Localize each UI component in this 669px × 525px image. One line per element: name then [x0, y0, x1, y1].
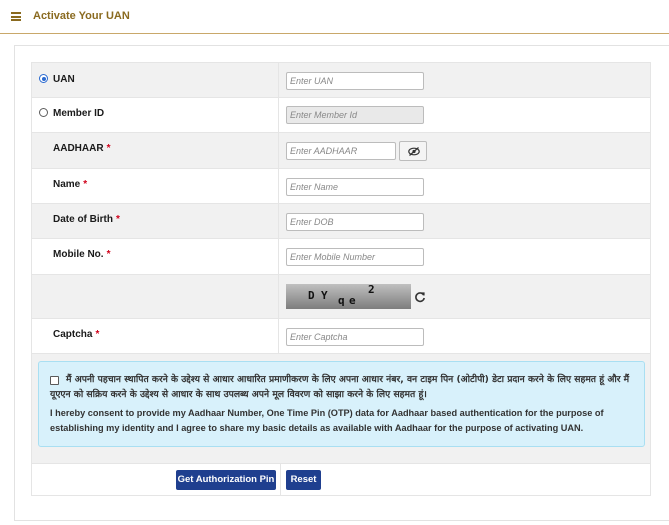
- toggle-visibility-button[interactable]: [399, 141, 427, 161]
- uan-radio[interactable]: [39, 74, 48, 83]
- captcha-char: Y: [321, 289, 328, 302]
- member-id-input[interactable]: Enter Member Id: [286, 106, 424, 124]
- name-label: Name: [53, 179, 81, 190]
- captcha-char: q: [338, 294, 345, 307]
- name-input[interactable]: Enter Name: [286, 178, 424, 196]
- required-marker: *: [106, 143, 111, 154]
- dob-label: Date of Birth: [53, 214, 113, 225]
- consent-text-hindi: मैं अपनी पहचान स्थापित करने के उद्देश्य …: [50, 374, 630, 400]
- page-header: Activate Your UAN: [0, 0, 669, 34]
- eye-slash-icon: [408, 147, 420, 156]
- row-uan: UAN Enter UAN: [31, 62, 651, 98]
- member-id-label: Member ID: [53, 108, 105, 119]
- aadhaar-label: AADHAAR: [53, 143, 104, 154]
- row-aadhaar: AADHAAR * Enter AADHAAR: [31, 133, 651, 169]
- required-marker: *: [83, 179, 88, 190]
- get-authorization-pin-button[interactable]: Get Authorization Pin: [176, 470, 276, 490]
- row-member-id: Member ID Enter Member Id: [31, 98, 651, 133]
- divider: [280, 464, 281, 495]
- row-captcha: Captcha * Enter Captcha: [31, 319, 651, 354]
- uan-input[interactable]: Enter UAN: [286, 72, 424, 90]
- refresh-captcha-icon[interactable]: [414, 291, 426, 303]
- button-row: Get Authorization Pin Reset: [31, 464, 651, 496]
- captcha-input[interactable]: Enter Captcha: [286, 328, 424, 346]
- mobile-input[interactable]: Enter Mobile Number: [286, 248, 424, 266]
- captcha-char: D: [308, 289, 315, 302]
- captcha-label: Captcha: [53, 329, 93, 340]
- captcha-char: e: [349, 294, 356, 307]
- consent-text-english: I hereby consent to provide my Aadhaar N…: [50, 408, 604, 433]
- page-title: Activate Your UAN: [33, 10, 130, 22]
- required-marker: *: [106, 249, 111, 260]
- hamburger-menu-icon[interactable]: [11, 12, 21, 21]
- row-captcha-image: D Y q e 2: [31, 275, 651, 319]
- row-name: Name * Enter Name: [31, 169, 651, 204]
- captcha-char: 2: [368, 284, 375, 296]
- required-marker: *: [116, 214, 120, 225]
- uan-label: UAN: [53, 74, 75, 85]
- captcha-image: D Y q e 2: [286, 284, 411, 309]
- dob-input[interactable]: Enter DOB: [286, 213, 424, 231]
- member-id-radio[interactable]: [39, 108, 48, 117]
- mobile-label: Mobile No.: [53, 249, 104, 260]
- row-dob: Date of Birth * Enter DOB: [31, 204, 651, 239]
- required-marker: *: [95, 329, 100, 340]
- aadhaar-input[interactable]: Enter AADHAAR: [286, 142, 396, 160]
- consent-box: मैं अपनी पहचान स्थापित करने के उद्देश्य …: [38, 361, 645, 447]
- reset-button[interactable]: Reset: [286, 470, 321, 490]
- row-mobile: Mobile No. * Enter Mobile Number: [31, 239, 651, 275]
